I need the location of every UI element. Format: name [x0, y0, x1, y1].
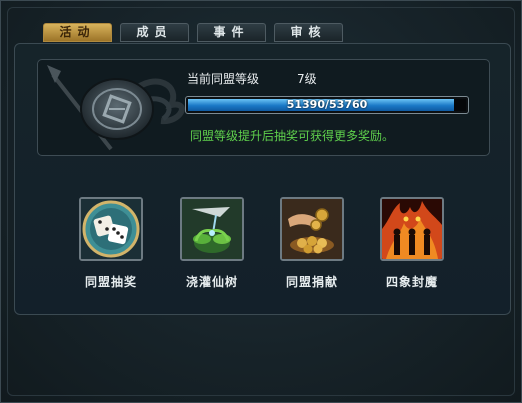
fire-demon-icon[interactable] — [380, 197, 444, 261]
alliance-level-value: 7级 — [297, 72, 317, 86]
activity-seal-demons-label: 四象封魔 — [385, 275, 438, 289]
progress-track: 51390/53760 — [188, 99, 466, 111]
coins-donation-icon[interactable] — [280, 197, 344, 261]
activity-lottery-label: 同盟抽奖 — [84, 275, 137, 289]
activity-water-tree-label: 浇灌仙树 — [185, 275, 238, 289]
alliance-level-label: 当前同盟等级 — [187, 72, 260, 86]
alliance-exp-progress-bar: 51390/53760 — [185, 96, 469, 114]
activity-donation-label: 同盟捐献 — [285, 275, 338, 289]
activity-seal-demons[interactable]: 四象封魔 — [367, 197, 457, 290]
alliance-emblem-icon — [47, 65, 185, 151]
activity-lottery[interactable]: 同盟抽奖 — [66, 197, 156, 290]
watering-tree-icon[interactable] — [180, 197, 244, 261]
alliance-window: 活动 成员 事件 审核 当前同盟等级 7级 51390/53760 同盟等级提升… — [0, 0, 522, 403]
level-hint-text: 同盟等级提升后抽奖可获得更多奖励。 — [190, 129, 395, 143]
tab-events[interactable]: 事件 — [197, 23, 266, 42]
dice-icon[interactable] — [79, 197, 143, 261]
tab-activities[interactable]: 活动 — [43, 23, 112, 42]
activity-donation[interactable]: 同盟捐献 — [267, 197, 357, 290]
progress-text: 51390/53760 — [286, 98, 368, 111]
tab-bar: 活动 成员 事件 审核 — [43, 23, 343, 42]
activity-water-tree[interactable]: 浇灌仙树 — [167, 197, 257, 290]
tab-members[interactable]: 成员 — [120, 23, 189, 42]
tab-review[interactable]: 审核 — [274, 23, 343, 42]
